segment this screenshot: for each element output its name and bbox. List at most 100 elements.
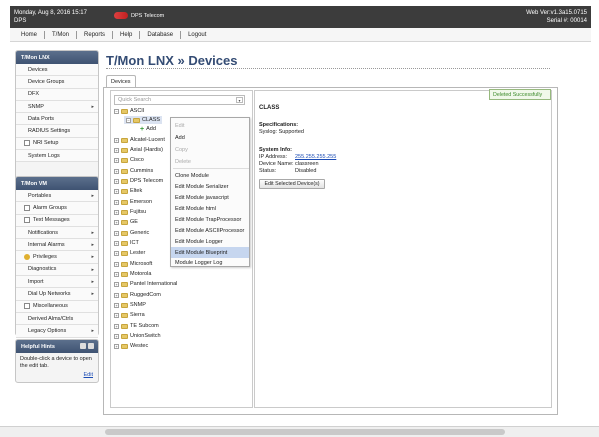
tree-node-class[interactable]: − CLASS [124, 116, 163, 124]
menu-item-add[interactable]: Add [171, 132, 249, 143]
tree-node-cummins[interactable]: + Cummins [114, 167, 153, 175]
expand-icon[interactable]: + [114, 250, 119, 256]
tree-node-eltek[interactable]: + Eltek [114, 187, 142, 195]
tree-node-sierra[interactable]: + Sierra [114, 311, 145, 319]
menu-tmon[interactable]: T/Mon [47, 32, 74, 38]
menu-help[interactable]: Help [115, 32, 137, 38]
expand-icon[interactable]: + [114, 219, 119, 225]
lock-icon[interactable] [80, 343, 86, 349]
tree-node-microsoft[interactable]: + Microsoft [114, 260, 152, 268]
chevron-right-icon: ▸ [91, 103, 94, 110]
sidebar-item-system-logs[interactable]: System Logs [16, 150, 98, 163]
hints-edit-link[interactable]: Edit [84, 372, 93, 378]
menu-item-edit-serializer[interactable]: Edit Module Serializer [171, 181, 249, 192]
sidebar-item-miscellaneous[interactable]: Miscellaneous [16, 300, 98, 313]
tree-node-te-subcom[interactable]: + TE Subcom [114, 322, 159, 330]
menu-logout[interactable]: Logout [183, 32, 211, 38]
tree-node-fujitsu[interactable]: + Fujitsu [114, 208, 146, 216]
expand-icon[interactable]: + [114, 312, 119, 318]
menu-item-edit-html[interactable]: Edit Module html [171, 203, 249, 214]
edit-selected-devices-button[interactable]: Edit Selected Device(s) [259, 179, 325, 189]
sidebar-item-nri-setup[interactable]: NRI Setup [16, 137, 98, 151]
sidebar-item-text-messages[interactable]: Text Messages [16, 214, 98, 227]
chevron-right-icon: ▸ [91, 242, 94, 249]
expand-icon[interactable]: + [114, 230, 119, 236]
sidebar-item-dial-up[interactable]: Dial Up Networks ▸ [16, 288, 98, 301]
menu-divider [76, 30, 78, 39]
sidebar-item-import[interactable]: Import ▸ [16, 276, 98, 289]
tree-node-generic[interactable]: + Generic [114, 229, 149, 237]
tree-node-lester[interactable]: + Lester [114, 249, 145, 257]
sidebar-item-label: Data Ports [28, 115, 54, 122]
tree-node-axial[interactable]: + Axial (Hardis) [114, 146, 163, 154]
expand-icon[interactable]: + [114, 209, 119, 215]
sidebar-item-radius[interactable]: RADIUS Settings [16, 125, 98, 138]
expand-icon[interactable]: + [114, 343, 119, 349]
expand-icon[interactable]: + [114, 333, 119, 339]
tree-node-ruggedcom[interactable]: + RuggedCom [114, 291, 161, 299]
sidebar-item-label: Device Groups [28, 78, 65, 85]
tree-node-motorola[interactable]: + Motorola [114, 270, 151, 278]
sidebar-item-alarm-groups[interactable]: Alarm Groups [16, 202, 98, 215]
tab-devices[interactable]: Devices [106, 75, 136, 87]
tree-node-pantel[interactable]: + Pantel International [114, 280, 177, 288]
menu-item-edit-asciiprocessor[interactable]: Edit Module ASCIIProcessor [171, 225, 249, 236]
menu-reports[interactable]: Reports [79, 32, 110, 38]
menu-item-clone-module[interactable]: Clone Module [171, 170, 249, 181]
tree-node-ascii[interactable]: − ASCII [114, 107, 144, 115]
menu-item-edit-blueprint[interactable]: Edit Module Blueprint [171, 247, 249, 258]
sidebar-item-diagnostics[interactable]: Diagnostics ▸ [16, 263, 98, 277]
expand-icon[interactable]: + [114, 147, 119, 153]
expand-icon[interactable]: + [114, 261, 119, 267]
tree-node-add[interactable]: + Add [140, 125, 156, 133]
sidebar-item-snmp[interactable]: SNMP ▸ [16, 100, 98, 114]
sidebar-item-devices[interactable]: Devices [16, 64, 98, 77]
expand-icon[interactable]: + [114, 271, 119, 277]
expand-icon[interactable]: + [114, 240, 119, 246]
tree-node-westec[interactable]: + Westec [114, 342, 148, 350]
quick-search-input[interactable]: Quick Search ▾ [114, 95, 245, 105]
expand-icon[interactable]: + [114, 292, 119, 298]
tree-node-snmp[interactable]: + SNMP [114, 301, 146, 309]
sidebar-item-legacy[interactable]: Legacy Options ▸ [16, 325, 98, 338]
expand-icon[interactable]: + [114, 188, 119, 194]
brand-logo[interactable]: DPS Telecom [114, 12, 164, 19]
menu-home[interactable]: Home [16, 32, 42, 38]
collapse-icon[interactable]: − [126, 117, 131, 123]
tree-node-ict[interactable]: + ICT [114, 239, 139, 247]
expand-icon[interactable]: + [114, 168, 119, 174]
sidebar-item-privileges[interactable]: Privileges ▸ [16, 251, 98, 264]
menu-database[interactable]: Database [142, 32, 178, 38]
menu-item-edit-logger[interactable]: Edit Module Logger [171, 236, 249, 247]
scrollbar-thumb[interactable] [105, 429, 505, 435]
tree-node-dps[interactable]: + DPS Telecom [114, 177, 163, 185]
sidebar-item-device-groups[interactable]: Device Groups [16, 76, 98, 89]
expand-icon[interactable]: + [114, 178, 119, 184]
menu-item-edit-trapprocessor[interactable]: Edit Module TrapProcessor [171, 214, 249, 225]
menu-item-edit-javascript[interactable]: Edit Module javascript [171, 192, 249, 203]
expand-icon[interactable]: + [114, 137, 119, 143]
tree-node-unionswitch[interactable]: + UnionSwitch [114, 332, 161, 340]
expand-icon[interactable]: + [114, 199, 119, 205]
tree-node-ge[interactable]: + GE [114, 218, 138, 226]
horizontal-scrollbar[interactable] [0, 426, 599, 437]
sidebar-item-derived[interactable]: Derived Alms/Ctrls [16, 312, 98, 326]
expand-icon[interactable]: + [114, 281, 119, 287]
expand-icon[interactable]: + [114, 323, 119, 329]
collapse-icon[interactable]: − [114, 108, 119, 114]
sidebar-item-internal-alarms[interactable]: Internal Alarms ▸ [16, 239, 98, 252]
tree-node-cisco[interactable]: + Cisco [114, 156, 144, 164]
close-icon[interactable] [88, 343, 94, 349]
sidebar-item-portables[interactable]: Portables ▸ [16, 190, 98, 203]
sidebar-item-data-ports[interactable]: Data Ports [16, 113, 98, 126]
tree-node-alcatel[interactable]: + Alcatel-Lucent [114, 136, 165, 144]
menu-item-logger-log[interactable]: Module Logger Log [171, 258, 249, 267]
sidebar-item-label: Devices [28, 66, 48, 73]
sidebar-item-notifications[interactable]: Notifications ▸ [16, 226, 98, 240]
expand-icon[interactable]: + [114, 302, 119, 308]
tree-node-emerson[interactable]: + Emerson [114, 198, 152, 206]
sidebar-item-dfx[interactable]: DFX [16, 88, 98, 101]
expand-icon[interactable]: + [114, 157, 119, 163]
ip-address-link[interactable]: 255.255.255.255 [295, 154, 336, 160]
dropdown-arrow-icon[interactable]: ▾ [236, 97, 243, 103]
